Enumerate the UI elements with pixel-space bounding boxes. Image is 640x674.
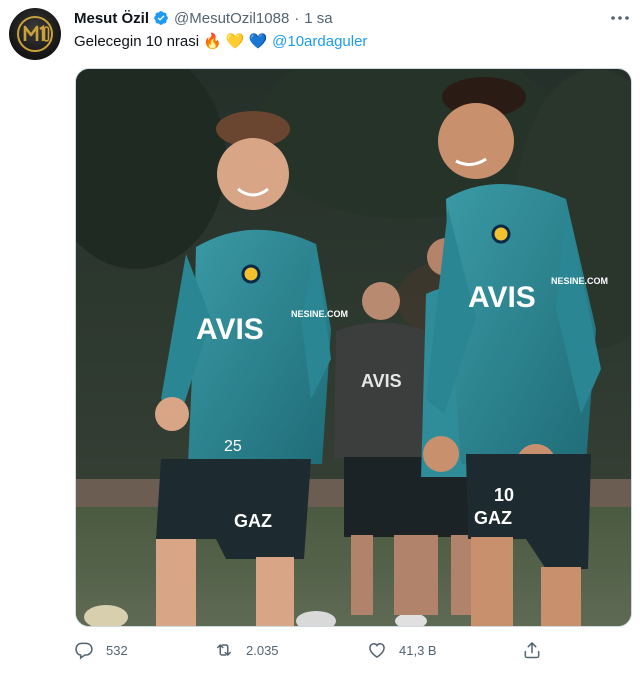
timestamp[interactable]: 1 sa: [304, 10, 332, 27]
like-button[interactable]: 41,3 B: [367, 640, 437, 660]
share-button[interactable]: [522, 640, 542, 660]
tweet-header: Mesut Özil @MesutOzil1088 · 1 sa: [74, 8, 333, 28]
retweet-icon: [217, 644, 231, 656]
fire-emoji: 🔥: [203, 33, 222, 50]
like-count: 41,3 B: [399, 642, 437, 658]
left-jersey-sponsor: AVIS: [196, 313, 264, 346]
yellow-heart-emoji: 💛: [225, 33, 245, 50]
svg-text:AVIS: AVIS: [361, 371, 402, 391]
separator-dot: ·: [294, 9, 300, 27]
right-player-number: 10: [494, 485, 514, 505]
author-name[interactable]: Mesut Özil: [74, 10, 149, 27]
m10-logo-icon: [17, 16, 53, 52]
reply-icon: [75, 642, 93, 660]
tweet-text: Gelecegin 10 nrasi 🔥 💛 💙 @10ardaguler: [74, 31, 367, 51]
author-handle[interactable]: @MesutOzil1088: [174, 10, 289, 27]
tweet-photo[interactable]: AVIS AVIS NESINE.COM 25 GAZ AVIS NESINE.…: [75, 68, 632, 627]
retweet-count: 2.035: [246, 642, 279, 658]
more-horizontal-icon: [611, 16, 629, 20]
heart-icon: [369, 642, 385, 658]
share-icon: [524, 642, 540, 659]
reply-button[interactable]: 532: [74, 640, 128, 660]
left-sleeve-sponsor: NESINE.COM: [291, 309, 348, 319]
tweet-actions: 532 2.035 41,3 B: [74, 640, 554, 662]
retweet-button[interactable]: 2.035: [214, 640, 279, 660]
blue-heart-emoji: 💙: [248, 33, 268, 50]
right-sleeve-sponsor: NESINE.COM: [551, 276, 608, 286]
verified-badge-icon: [154, 11, 168, 25]
reply-count: 532: [106, 642, 128, 658]
right-jersey-sponsor: AVIS: [468, 281, 536, 314]
left-player-number: 25: [224, 438, 242, 455]
training-photo: AVIS AVIS NESINE.COM 25 GAZ AVIS NESINE.…: [76, 69, 631, 626]
left-shorts-sponsor: GAZ: [234, 511, 272, 531]
tweet-body: Gelecegin 10 nrasi: [74, 32, 200, 50]
mention-link[interactable]: @10ardaguler: [272, 33, 367, 50]
tweet-card[interactable]: Mesut Özil @MesutOzil1088 · 1 sa Geleceg…: [0, 0, 640, 674]
avatar[interactable]: [9, 8, 61, 60]
more-options-button[interactable]: [607, 8, 633, 28]
right-shorts-sponsor: GAZ: [474, 508, 512, 528]
